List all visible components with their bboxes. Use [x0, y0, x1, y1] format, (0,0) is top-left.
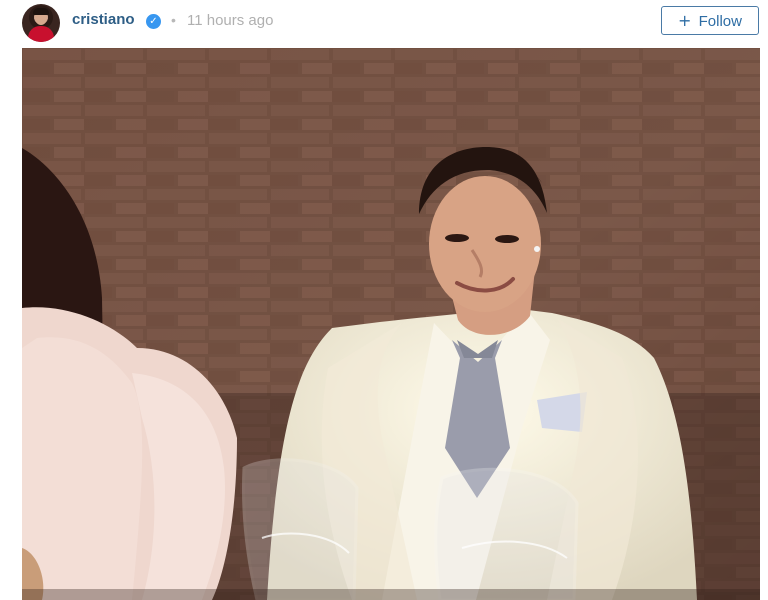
post-timestamp: 11 hours ago — [187, 12, 274, 29]
post-photo-illustration — [22, 48, 760, 600]
plus-icon: + — [678, 11, 692, 30]
post-header: cristiano ✓ • 11 hours ago + Follow — [0, 0, 768, 44]
avatar-hair — [33, 8, 49, 15]
verified-badge-icon: ✓ — [146, 14, 161, 29]
timestamp-separator: • — [171, 12, 176, 28]
post-photo[interactable] — [22, 48, 760, 600]
avatar-shirt — [28, 26, 54, 42]
profile-avatar[interactable] — [22, 4, 60, 42]
follow-button[interactable]: + Follow — [661, 6, 759, 35]
username-link[interactable]: cristiano — [72, 11, 135, 28]
instagram-post-card: cristiano ✓ • 11 hours ago + Follow — [0, 0, 768, 600]
follow-button-label: Follow — [698, 13, 742, 30]
